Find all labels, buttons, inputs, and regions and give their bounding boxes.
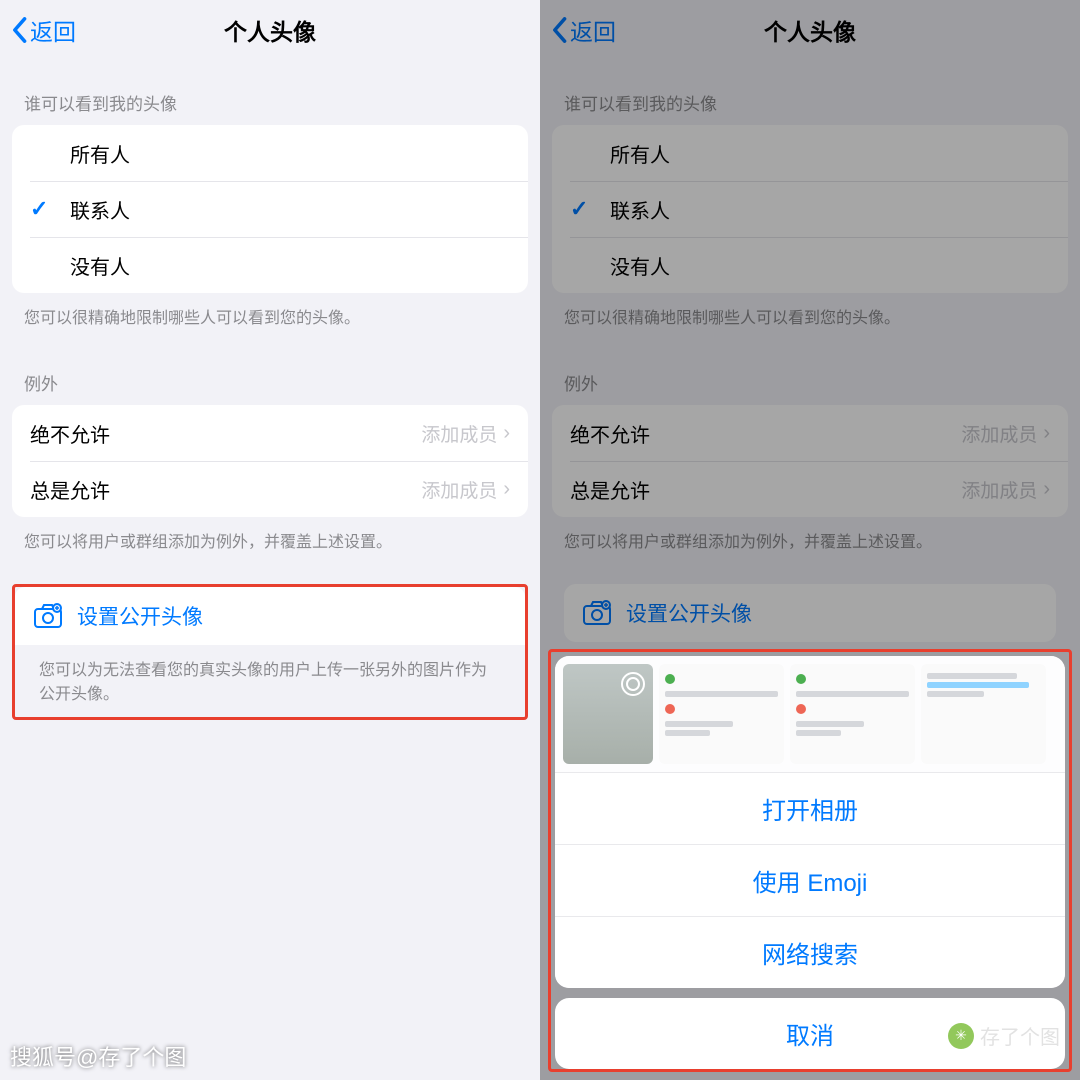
chevron-left-icon bbox=[550, 16, 568, 44]
back-button[interactable]: 返回 bbox=[550, 0, 616, 60]
chevron-right-icon: › bbox=[1043, 478, 1050, 501]
chevron-right-icon: › bbox=[503, 478, 510, 501]
exception-label: 总是允许 bbox=[30, 475, 421, 504]
public-avatar-footer: 您可以为无法查看您的真实头像的用户上传一张另外的图片作为公开头像。 bbox=[15, 645, 525, 715]
left-screenshot: 返回 个人头像 谁可以看到我的头像 所有人 ✓ 联系人 没有人 您可以很精确地限… bbox=[0, 0, 540, 1080]
exception-always[interactable]: 总是允许 添加成员 › bbox=[12, 461, 528, 517]
exception-never[interactable]: 绝不允许 添加成员 › bbox=[12, 405, 528, 461]
back-label: 返回 bbox=[30, 13, 76, 47]
visibility-group: 所有人 ✓ 联系人 没有人 bbox=[552, 125, 1068, 293]
exceptions-footer: 您可以将用户或群组添加为例外，并覆盖上述设置。 bbox=[0, 517, 540, 564]
photo-thumbnail[interactable] bbox=[659, 664, 784, 764]
exception-never[interactable]: 绝不允许 添加成员 › bbox=[552, 405, 1068, 461]
exceptions-group: 绝不允许 添加成员 › 总是允许 添加成员 › bbox=[552, 405, 1068, 517]
photo-thumbnail[interactable] bbox=[790, 664, 915, 764]
option-nobody[interactable]: 没有人 bbox=[552, 237, 1068, 293]
chevron-left-icon bbox=[10, 16, 28, 44]
camera-icon bbox=[621, 672, 645, 696]
watermark-right: ✳ 存了个图 bbox=[948, 1021, 1060, 1050]
camera-thumbnail[interactable] bbox=[563, 664, 653, 764]
highlight-annotation: 打开相册 使用 Emoji 网络搜索 取消 bbox=[548, 649, 1072, 1072]
section-header-visibility: 谁可以看到我的头像 bbox=[0, 60, 540, 125]
option-nobody[interactable]: 没有人 bbox=[12, 237, 528, 293]
option-label: 没有人 bbox=[70, 251, 510, 280]
exception-value: 添加成员 bbox=[421, 476, 497, 503]
watermark-left: 搜狐号@存了个图 bbox=[10, 1040, 186, 1072]
set-public-avatar-button[interactable]: 设置公开头像 bbox=[564, 584, 1056, 642]
nav-bar: 返回 个人头像 bbox=[540, 0, 1080, 60]
set-public-avatar-button[interactable]: 设置公开头像 bbox=[15, 587, 525, 645]
exception-label: 绝不允许 bbox=[30, 419, 421, 448]
visibility-group: 所有人 ✓ 联系人 没有人 bbox=[12, 125, 528, 293]
checkmark-icon: ✓ bbox=[570, 196, 610, 222]
option-contacts[interactable]: ✓ 联系人 bbox=[12, 181, 528, 237]
right-screenshot: 返回 个人头像 谁可以看到我的头像 所有人 ✓ 联系人 没有人 您可以很精确地限… bbox=[540, 0, 1080, 1080]
highlight-annotation: 设置公开头像 您可以为无法查看您的真实头像的用户上传一张另外的图片作为公开头像。 bbox=[12, 584, 528, 719]
action-sheet: 打开相册 使用 Emoji 网络搜索 取消 bbox=[540, 641, 1080, 1080]
public-avatar-group: 设置公开头像 bbox=[15, 587, 525, 645]
sheet-option-emoji[interactable]: 使用 Emoji bbox=[555, 844, 1065, 916]
nav-bar: 返回 个人头像 bbox=[0, 0, 540, 60]
page-title: 个人头像 bbox=[224, 13, 316, 47]
chevron-right-icon: › bbox=[503, 422, 510, 445]
wechat-icon: ✳ bbox=[948, 1023, 974, 1049]
option-everyone[interactable]: 所有人 bbox=[12, 125, 528, 181]
set-public-avatar-label: 设置公开头像 bbox=[77, 601, 203, 631]
checkmark-icon: ✓ bbox=[30, 196, 70, 222]
section-header-exceptions: 例外 bbox=[0, 340, 540, 405]
page-title: 个人头像 bbox=[764, 13, 856, 47]
exception-value: 添加成员 bbox=[421, 420, 497, 447]
option-label: 所有人 bbox=[70, 139, 510, 168]
back-button[interactable]: 返回 bbox=[10, 0, 76, 60]
option-everyone[interactable]: 所有人 bbox=[552, 125, 1068, 181]
camera-icon bbox=[582, 600, 612, 626]
chevron-right-icon: › bbox=[1043, 422, 1050, 445]
back-label: 返回 bbox=[570, 13, 616, 47]
option-contacts[interactable]: ✓ 联系人 bbox=[552, 181, 1068, 237]
visibility-footer: 您可以很精确地限制哪些人可以看到您的头像。 bbox=[0, 293, 540, 340]
section-header-visibility: 谁可以看到我的头像 bbox=[540, 60, 1080, 125]
photo-thumbnails bbox=[555, 656, 1065, 772]
sheet-option-gallery[interactable]: 打开相册 bbox=[555, 772, 1065, 844]
photo-thumbnail[interactable] bbox=[921, 664, 1046, 764]
sheet-option-websearch[interactable]: 网络搜索 bbox=[555, 916, 1065, 988]
exception-always[interactable]: 总是允许 添加成员 › bbox=[552, 461, 1068, 517]
exceptions-group: 绝不允许 添加成员 › 总是允许 添加成员 › bbox=[12, 405, 528, 517]
camera-icon bbox=[33, 603, 63, 629]
option-label: 联系人 bbox=[70, 195, 510, 224]
